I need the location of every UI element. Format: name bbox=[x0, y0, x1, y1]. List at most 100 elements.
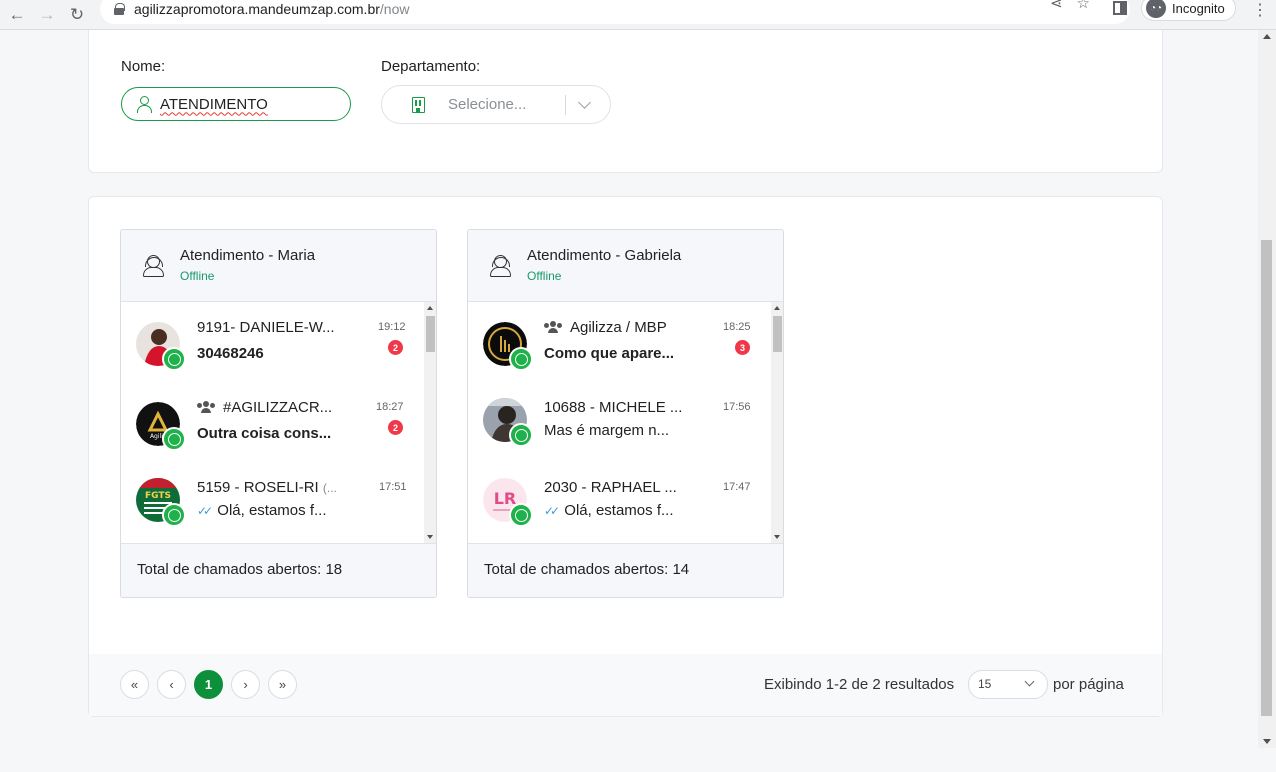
conversation-list-scrollbar[interactable] bbox=[424, 302, 436, 543]
address-bar[interactable]: agilizzapromotora.mandeumzap.com.br/now … bbox=[100, 0, 1130, 24]
conversation-item[interactable]: FGTS 5159 - ROSELI-RI (... ✓✓ Olá, estam… bbox=[121, 462, 421, 542]
conversation-time: 18:27 bbox=[376, 401, 404, 413]
scrollbar-thumb[interactable] bbox=[1261, 240, 1272, 716]
name-input[interactable]: ATENDIMENTO bbox=[121, 87, 351, 121]
incognito-icon: ◔◔ bbox=[1146, 0, 1166, 18]
scroll-down-icon[interactable] bbox=[774, 535, 780, 539]
department-status: Offline bbox=[180, 269, 215, 283]
reload-icon[interactable]: ↻ bbox=[64, 2, 90, 28]
conversation-name: 10688 - MICHELE ... bbox=[544, 399, 683, 416]
avatar-text: FGTS bbox=[145, 491, 171, 501]
whatsapp-icon bbox=[162, 347, 186, 371]
scroll-up-icon[interactable] bbox=[774, 306, 780, 310]
scroll-up-icon[interactable] bbox=[1263, 34, 1271, 39]
scroll-down-icon[interactable] bbox=[1263, 739, 1271, 744]
whatsapp-icon bbox=[162, 427, 186, 451]
conversation-last-message-text: Olá, estamos f... bbox=[217, 502, 327, 519]
conversation-name: Agilizza / MBP bbox=[544, 319, 667, 336]
conversation-name: 2030 - RAPHAEL ... bbox=[544, 479, 677, 496]
department-placeholder: Selecione... bbox=[448, 96, 527, 113]
whatsapp-icon bbox=[162, 503, 186, 527]
results-summary: Exibindo 1-2 de 2 resultados bbox=[764, 676, 955, 693]
chevron-down-icon bbox=[1024, 676, 1035, 687]
conversation-list[interactable]: Agilizza / MBP Como que apare... 18:25 3… bbox=[468, 302, 783, 543]
scroll-down-icon[interactable] bbox=[427, 535, 433, 539]
name-input-value: ATENDIMENTO bbox=[160, 95, 268, 113]
scroll-up-icon[interactable] bbox=[427, 306, 433, 310]
conversation-item[interactable]: LR 2030 - RAPHAEL ... ✓✓ Olá, estamos f.… bbox=[468, 462, 768, 542]
department-card-maria: Atendimento - Maria Offline 9191- DANIEL… bbox=[120, 229, 437, 598]
double-check-icon: ✓✓ bbox=[197, 504, 213, 518]
conversation-time: 17:51 bbox=[379, 481, 407, 493]
last-page-button[interactable]: » bbox=[268, 670, 297, 699]
conversation-name-text: Agilizza / MBP bbox=[570, 319, 667, 336]
side-panel-icon[interactable] bbox=[1113, 1, 1127, 15]
conversation-name-text: #AGILIZZACR... bbox=[223, 399, 333, 416]
more-menu-icon[interactable]: ⋮ bbox=[1252, 0, 1268, 20]
department-title: Atendimento - Gabriela bbox=[527, 247, 682, 264]
conversation-last-message: Outra coisa cons... bbox=[197, 425, 332, 442]
lock-icon bbox=[114, 3, 125, 15]
conversation-item[interactable]: Agilizza / MBP Como que apare... 18:25 3 bbox=[468, 302, 768, 382]
whatsapp-icon bbox=[509, 347, 533, 371]
conversation-list-scrollbar[interactable] bbox=[771, 302, 783, 543]
incognito-badge[interactable]: ◔◔ Incognito bbox=[1141, 0, 1236, 21]
per-page-label: por página bbox=[1053, 676, 1124, 693]
share-icon[interactable]: ⋖ bbox=[1050, 0, 1063, 12]
conversation-name: #AGILIZZACR... bbox=[197, 399, 332, 416]
group-icon bbox=[544, 321, 562, 333]
conversation-last-message: 30468246 bbox=[197, 345, 264, 362]
url-path: /now bbox=[379, 1, 410, 17]
scrollbar-thumb[interactable] bbox=[426, 316, 435, 352]
back-arrow-icon[interactable]: ← bbox=[4, 2, 30, 28]
page-scrollbar[interactable] bbox=[1258, 30, 1276, 748]
conversation-time: 19:12 bbox=[378, 321, 406, 333]
user-icon bbox=[136, 95, 152, 113]
conversation-name: 9191- DANIELE-W... bbox=[197, 319, 335, 336]
unread-badge: 3 bbox=[735, 340, 750, 355]
department-label: Departamento: bbox=[381, 58, 481, 75]
per-page-select[interactable]: 15 bbox=[968, 670, 1048, 699]
star-icon[interactable]: ☆ bbox=[1077, 0, 1090, 12]
conversation-time: 18:25 bbox=[723, 321, 751, 333]
department-total: Total de chamados abertos: 18 bbox=[121, 543, 436, 597]
conversation-last-message-text: Olá, estamos f... bbox=[564, 502, 674, 519]
department-header: Atendimento - Gabriela Offline bbox=[468, 230, 783, 302]
conversation-time: 17:56 bbox=[723, 401, 751, 413]
conversation-last-message: Mas é margem n... bbox=[544, 422, 670, 439]
select-divider bbox=[565, 95, 566, 115]
unread-badge: 2 bbox=[388, 340, 403, 355]
department-status: Offline bbox=[527, 269, 562, 283]
scrollbar-thumb[interactable] bbox=[773, 316, 782, 352]
name-label: Nome: bbox=[121, 58, 166, 75]
department-card-gabriela: Atendimento - Gabriela Offline Agilizza … bbox=[467, 229, 784, 598]
building-icon bbox=[412, 97, 425, 113]
conversation-name: 5159 - ROSELI-RI (... bbox=[197, 479, 337, 496]
agent-headset-icon bbox=[490, 253, 512, 277]
conversation-item[interactable]: 10688 - MICHELE ... Mas é margem n... 17… bbox=[468, 382, 768, 462]
prev-page-button[interactable]: ‹ bbox=[157, 670, 186, 699]
double-check-icon: ✓✓ bbox=[544, 504, 560, 518]
page-1-button[interactable]: 1 bbox=[194, 670, 223, 699]
unread-badge: 2 bbox=[388, 420, 403, 435]
whatsapp-icon bbox=[509, 423, 533, 447]
conversation-item[interactable]: Agiliz #AGILIZZACR... Outra coisa cons..… bbox=[121, 382, 421, 462]
department-title: Atendimento - Maria bbox=[180, 247, 316, 264]
department-total: Total de chamados abertos: 14 bbox=[468, 543, 783, 597]
conversation-name-text: 5159 - ROSELI-RI bbox=[197, 479, 319, 496]
conversation-last-message: ✓✓ Olá, estamos f... bbox=[197, 502, 327, 519]
next-page-button[interactable]: › bbox=[231, 670, 260, 699]
url-host: agilizzapromotora.mandeumzap.com.br bbox=[134, 1, 380, 17]
conversation-item[interactable]: 9191- DANIELE-W... 30468246 19:12 2 bbox=[121, 302, 421, 382]
conversation-name-suffix: (... bbox=[322, 481, 337, 495]
conversation-list[interactable]: 9191- DANIELE-W... 30468246 19:12 2 Agil… bbox=[121, 302, 436, 543]
chevron-down-icon[interactable] bbox=[578, 96, 591, 109]
agent-headset-icon bbox=[143, 253, 165, 277]
department-select[interactable]: Selecione... bbox=[381, 85, 611, 124]
first-page-button[interactable]: « bbox=[120, 670, 149, 699]
incognito-label: Incognito bbox=[1172, 0, 1225, 16]
per-page-value: 15 bbox=[978, 677, 992, 691]
forward-arrow-icon[interactable]: → bbox=[34, 2, 60, 28]
browser-toolbar: ← → ↻ agilizzapromotora.mandeumzap.com.b… bbox=[0, 0, 1276, 30]
conversation-last-message: Como que apare... bbox=[544, 345, 675, 362]
